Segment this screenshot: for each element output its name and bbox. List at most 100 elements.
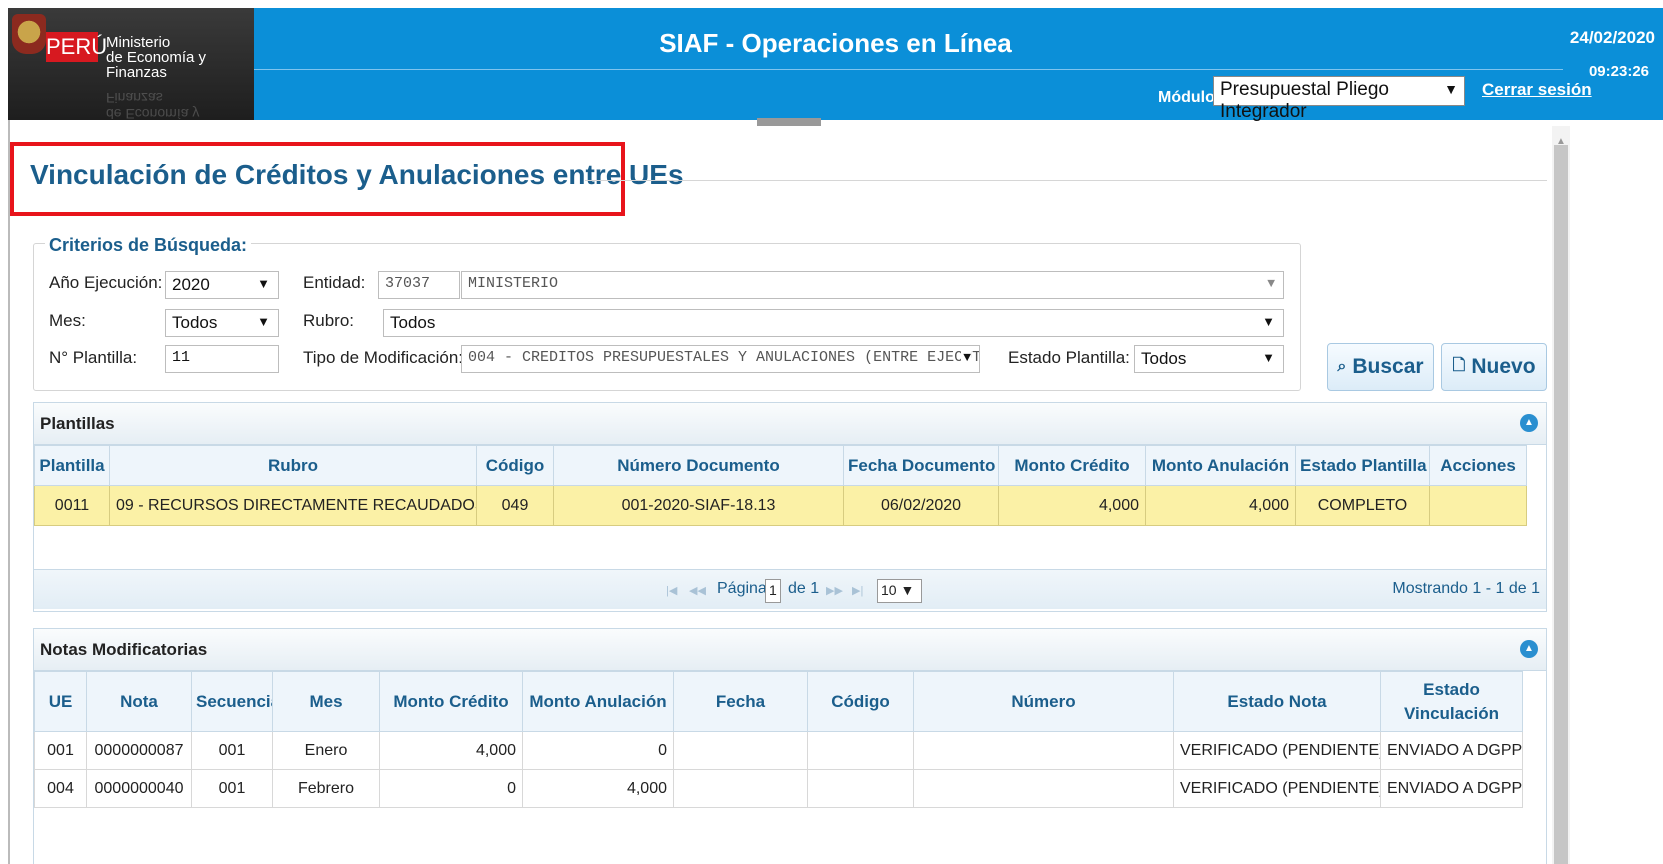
ministry-reflection: de Economía y Finanzas — [106, 90, 200, 122]
page-title: Vinculación de Créditos y Anulaciones en… — [30, 159, 684, 190]
search-icon: ⌕ — [1337, 358, 1347, 375]
cell-ue: 004 — [34, 769, 87, 808]
chevron-down-icon: ▼ — [1262, 314, 1275, 329]
cell-sequence: 001 — [191, 769, 273, 808]
column-header[interactable]: Acciones — [1429, 445, 1527, 486]
title-divider — [585, 180, 1547, 181]
panel-splitter-handle[interactable] — [757, 118, 821, 126]
entity-label: Entidad: — [303, 273, 366, 292]
cell-month: Febrero — [272, 769, 380, 808]
cell-code — [807, 769, 914, 808]
month-select[interactable]: Todos ▼ — [165, 309, 279, 337]
page-label: Página — [717, 580, 767, 597]
search-criteria-legend: Criterios de Búsqueda: — [45, 235, 252, 256]
year-select[interactable]: 2020 ▼ — [165, 271, 279, 299]
chevron-down-icon: ▼ — [1262, 350, 1275, 365]
page-size-select[interactable]: 10 ▼ — [877, 579, 922, 603]
new-document-icon: 🗋 — [1452, 356, 1466, 374]
cell-number — [913, 731, 1174, 770]
cell-cancel-amount: 4,000 — [1145, 485, 1296, 526]
cell-credit-amount: 4,000 — [998, 485, 1146, 526]
cell-note-status: VERIFICADO (PENDIENTE) — [1173, 731, 1381, 770]
column-header[interactable]: Número Documento — [553, 445, 844, 486]
entity-select-value: MINISTERIO — [468, 275, 559, 292]
collapse-icon[interactable]: ▲ — [1520, 640, 1538, 658]
page-size-value: 10 — [881, 582, 897, 598]
column-header[interactable]: Nota — [86, 671, 192, 732]
first-page-icon[interactable]: |◀ — [666, 584, 677, 597]
cell-link-status: ENVIADO A DGPP — [1380, 769, 1523, 808]
previous-page-icon[interactable]: ◀◀ — [689, 584, 706, 597]
template-number-label: N° Plantilla: — [49, 348, 138, 367]
column-header[interactable]: Monto Anulación — [1145, 445, 1296, 486]
cell-number — [913, 769, 1174, 808]
column-header[interactable]: Monto Crédito — [379, 671, 523, 732]
scrollbar-thumb[interactable] — [1554, 145, 1568, 864]
column-header[interactable]: Fecha — [673, 671, 808, 732]
next-page-icon[interactable]: ▶▶ — [826, 584, 843, 597]
column-header[interactable]: Mes — [272, 671, 380, 732]
chevron-down-icon: ▼ — [961, 350, 971, 365]
month-label: Mes: — [49, 311, 86, 330]
notes-header-row: UE Nota Secuencia Mes Monto Crédito Mont… — [34, 671, 1523, 732]
cell-rubro: 09 - RECURSOS DIRECTAMENTE RECAUDADOS — [109, 485, 477, 526]
table-row[interactable]: 0011 09 - RECURSOS DIRECTAMENTE RECAUDAD… — [34, 485, 1527, 526]
logout-link[interactable]: Cerrar sesión — [1482, 80, 1592, 100]
table-row[interactable]: 004 0000000040 001 Febrero 0 4,000 VERIF… — [34, 769, 1523, 808]
month-select-value: Todos — [172, 313, 218, 332]
column-header[interactable]: Estado Nota — [1173, 671, 1381, 732]
column-header[interactable]: Fecha Documento — [843, 445, 999, 486]
notes-table: UE Nota Secuencia Mes Monto Crédito Mont… — [34, 671, 1523, 808]
column-header[interactable]: Código — [807, 671, 914, 732]
cell-template-status: COMPLETO — [1295, 485, 1430, 526]
templates-panel: Plantillas ▲ Plantilla Rubro Código Núme… — [33, 402, 1547, 612]
templates-panel-header: Plantillas ▲ — [34, 403, 1546, 445]
rubro-select[interactable]: Todos ▼ — [383, 309, 1284, 337]
chevron-down-icon: ▼ — [1267, 276, 1275, 291]
cell-link-status: ENVIADO A DGPP — [1380, 731, 1523, 770]
new-button[interactable]: 🗋 Nuevo — [1441, 343, 1547, 391]
cell-actions[interactable] — [1429, 485, 1527, 526]
column-header[interactable]: Secuencia — [191, 671, 273, 732]
template-status-value: Todos — [1141, 349, 1187, 368]
search-button-label: Buscar — [1352, 355, 1424, 378]
cell-note: 0000000087 — [86, 731, 192, 770]
templates-table: Plantilla Rubro Código Número Documento … — [34, 445, 1527, 526]
column-header[interactable]: Estado Plantilla — [1295, 445, 1430, 486]
collapse-icon[interactable]: ▲ — [1520, 414, 1538, 432]
cell-sequence: 001 — [191, 731, 273, 770]
chevron-down-icon: ▼ — [1444, 81, 1458, 97]
chevron-down-icon: ▼ — [257, 314, 270, 329]
column-header[interactable]: UE — [34, 671, 87, 732]
table-row[interactable]: 001 0000000087 001 Enero 4,000 0 VERIFIC… — [34, 731, 1523, 770]
column-header[interactable]: Plantilla — [34, 445, 110, 486]
page-number-input[interactable]: 1 — [765, 579, 781, 603]
cell-note-status: VERIFICADO (PENDIENTE) — [1173, 769, 1381, 808]
cell-template: 0011 — [34, 485, 110, 526]
modification-type-label: Tipo de Modificación: — [303, 348, 464, 367]
column-header[interactable]: Código — [476, 445, 554, 486]
template-number-input[interactable]: 11 — [165, 345, 279, 373]
column-header[interactable]: Monto Crédito — [998, 445, 1146, 486]
entity-select[interactable]: MINISTERIO ▼ — [461, 271, 1284, 299]
templates-pager: |◀ ◀◀ Página 1 de 1 ▶▶ ▶| 10 ▼ Mostrando… — [34, 569, 1546, 609]
notes-panel-title: Notas Modificatorias — [40, 640, 208, 659]
module-select[interactable]: Presupuestal Pliego Integrador ▼ — [1213, 76, 1465, 122]
page-count: de 1 — [788, 580, 820, 597]
search-button[interactable]: ⌕ Buscar — [1327, 343, 1434, 391]
column-header[interactable]: Estado Vinculación — [1380, 671, 1523, 732]
column-header[interactable]: Rubro — [109, 445, 477, 486]
template-status-select[interactable]: Todos ▼ — [1134, 345, 1284, 373]
column-header[interactable]: Número — [913, 671, 1174, 732]
header-date: 24/02/2020 — [1569, 28, 1655, 47]
year-label: Año Ejecución: — [49, 273, 163, 292]
cell-credit-amount: 0 — [379, 769, 523, 808]
cell-cancel-amount: 0 — [522, 731, 674, 770]
last-page-icon[interactable]: ▶| — [852, 584, 863, 597]
entity-code-input[interactable]: 37037 — [378, 271, 460, 299]
app-title: SIAF - Operaciones en Línea — [659, 28, 1012, 58]
modification-type-value: 004 - CREDITOS PRESUPUESTALES Y ANULACIO… — [468, 349, 980, 366]
column-header[interactable]: Monto Anulación — [522, 671, 674, 732]
header-divider — [254, 69, 1563, 70]
modification-type-select[interactable]: 004 - CREDITOS PRESUPUESTALES Y ANULACIO… — [461, 345, 980, 373]
